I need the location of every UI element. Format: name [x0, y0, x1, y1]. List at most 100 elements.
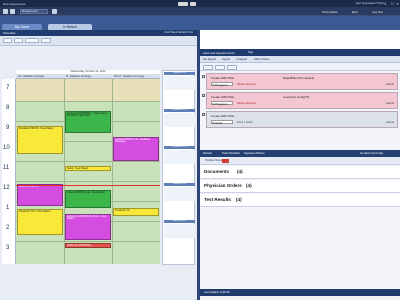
provider-band: Provider Reports — [200, 157, 400, 165]
appointment-block[interactable]: Setup - New Patient — [65, 166, 111, 171]
title-center-button[interactable] — [178, 1, 188, 6]
time-column: 7 8 9 10 11 12 1 2 3 — [2, 79, 16, 264]
orders-tool-button[interactable] — [215, 64, 225, 70]
logout-link[interactable]: Log Out — [372, 10, 383, 14]
separate-window-link[interactable]: Separate Window — [244, 152, 264, 155]
search-icon[interactable] — [52, 9, 57, 14]
order-checkbox[interactable] — [202, 75, 205, 78]
title-bar: Epic Hyperspace Epic Hyperspace Training… — [0, 0, 400, 7]
column-header: OA - Radiation Oncology — [18, 74, 45, 78]
section-count: (4) — [237, 169, 243, 175]
week-button[interactable] — [41, 38, 51, 43]
appointment-block[interactable]: Follow Up ONCRPKD1 — [65, 243, 111, 248]
order-status-select[interactable]: Outside — [211, 120, 233, 125]
hour-label: 3 — [6, 245, 10, 251]
appointment-block[interactable]: Treatment TX 2 - New Patient — [17, 209, 63, 235]
sign-link[interactable]: Sign — [248, 51, 253, 54]
orders-title: Labs and Appointments — [203, 50, 235, 55]
next-day-button[interactable] — [14, 38, 23, 43]
close-icon[interactable]: × — [394, 1, 400, 6]
hour-label: 12 — [3, 185, 10, 191]
prev-day-button[interactable] — [3, 38, 12, 43]
order-detail: Lowchest, Andy(73) — [283, 94, 310, 99]
month-calendar[interactable]: October 2012 — [164, 72, 195, 90]
sections-empty-area — [200, 208, 400, 289]
hour-gridline — [16, 181, 160, 182]
schedule-header-links[interactable]: Next Week Refresh Print — [165, 31, 194, 34]
orders-tool-button[interactable] — [227, 64, 237, 70]
back-icon[interactable] — [10, 9, 15, 14]
orders-top-blank — [200, 30, 400, 49]
appointment-block[interactable]: Follow Up PKD 30 — [17, 184, 63, 206]
orders-tool-button[interactable] — [203, 64, 213, 70]
unavailable-block — [16, 79, 160, 101]
order-row[interactable]: Create AMO Plan Outside Done 1 Week Canc… — [206, 111, 398, 128]
title-center-button-2[interactable] — [190, 1, 196, 6]
tasks-workflow-link[interactable]: Tasks Workflow — [222, 152, 240, 155]
schedule-filter-area — [0, 47, 197, 69]
section-title: Documents — [204, 169, 230, 175]
month-calendar[interactable]: November 2012 — [164, 109, 195, 127]
order-name: Create AMO Plan — [211, 113, 235, 118]
minimize-icon[interactable]: – — [382, 1, 389, 6]
epic-menu-icon[interactable] — [3, 9, 8, 14]
main-toolbar: Department Personalize Epic Log Out — [0, 7, 400, 16]
department-select[interactable]: Department — [20, 9, 48, 14]
section-test-results[interactable]: Test Results (4) — [200, 194, 400, 207]
hour-label: 11 — [3, 165, 10, 171]
today-button[interactable] — [25, 38, 39, 43]
section-count: (4) — [236, 197, 242, 203]
section-title: Test Results — [204, 197, 231, 203]
personalize-link[interactable]: Personalize — [322, 10, 338, 14]
hour-gridline — [16, 161, 160, 162]
order-row[interactable]: Create AMO Plan RapidPlan Promote(12) In… — [206, 73, 398, 90]
appointment-block[interactable]: Simulation SIM 60 - New Patient — [17, 126, 63, 154]
month-calendar[interactable]: December 2012 — [164, 146, 195, 164]
column-header: M - Radiation Oncology — [66, 74, 91, 78]
appointment-block[interactable]: Consult PNHFULL 60 - New Patient — [65, 190, 111, 208]
order-cancel[interactable]: Cancel — [386, 83, 394, 86]
orders-toolbar — [200, 63, 400, 71]
subtab-other-orders[interactable]: Other Orders — [254, 58, 269, 61]
appointment-block[interactable]: Follow Up ONCRPKD1 40 min - New Patient — [65, 214, 111, 240]
section-physician-orders[interactable]: Physician Orders (4) — [200, 180, 400, 193]
appointment-block[interactable]: Consult PNHFULL 60 - Radiation Oncology — [113, 137, 159, 161]
hour-label: 2 — [6, 225, 10, 231]
epic-link[interactable]: Epic — [352, 10, 358, 14]
order-checkbox[interactable] — [202, 113, 205, 116]
hour-label: 9 — [6, 125, 10, 131]
last-updated-text: Last Updated: 11:36 AM — [204, 291, 230, 294]
section-title: Physician Orders — [204, 183, 242, 189]
current-time-line — [16, 185, 160, 186]
orders-empty-area — [200, 129, 400, 150]
alert-flag-icon — [222, 159, 229, 163]
window-title: Epic Hyperspace — [3, 1, 26, 6]
subtab-signed[interactable]: Signed — [222, 58, 230, 61]
order-cancel[interactable]: Cancel — [386, 102, 394, 105]
hour-label: 10 — [3, 145, 10, 151]
order-status-select[interactable]: In Progress — [211, 101, 233, 106]
subtab-not-signed[interactable]: Not Signed — [203, 58, 216, 61]
order-cancel[interactable]: Cancel — [386, 121, 394, 124]
schedule-title: Schedule — [3, 31, 16, 36]
appointment-block[interactable]: Treatment TX — [113, 208, 159, 216]
order-checkbox[interactable] — [202, 94, 205, 97]
order-status-select[interactable]: In Progress — [211, 82, 233, 87]
go-add-day-link[interactable]: Go Add Current Day — [360, 152, 383, 155]
hour-gridline — [16, 241, 160, 242]
refresh-link[interactable]: Refresh — [203, 152, 212, 155]
schedule-toolbar — [0, 36, 197, 46]
order-status-text: Needs Approval — [237, 82, 256, 86]
subtab-unsigned[interactable]: Unsigned — [236, 58, 247, 61]
order-row[interactable]: Create AMO Plan Lowchest, Andy(73) In Pr… — [206, 92, 398, 109]
order-detail: RapidPlan Promote(12) — [283, 75, 315, 80]
order-name: Create AMO Plan — [211, 94, 235, 99]
order-name: Create AMO Plan — [211, 75, 235, 80]
appointment-block[interactable]: Follow Up ONCRPKD1 - Fractionation, Mx O… — [65, 111, 111, 133]
order-status-text: Done 1 Week — [237, 120, 253, 124]
orders-subtabs: Not Signed Signed Unsigned Other Orders — [200, 56, 400, 63]
status-bar: Last Updated: 11:36 AM — [200, 289, 400, 296]
month-calendar[interactable]: January 2013 — [164, 183, 195, 201]
section-documents[interactable]: Documents (4) — [200, 166, 400, 179]
month-calendar[interactable]: February 2013 — [164, 220, 195, 238]
